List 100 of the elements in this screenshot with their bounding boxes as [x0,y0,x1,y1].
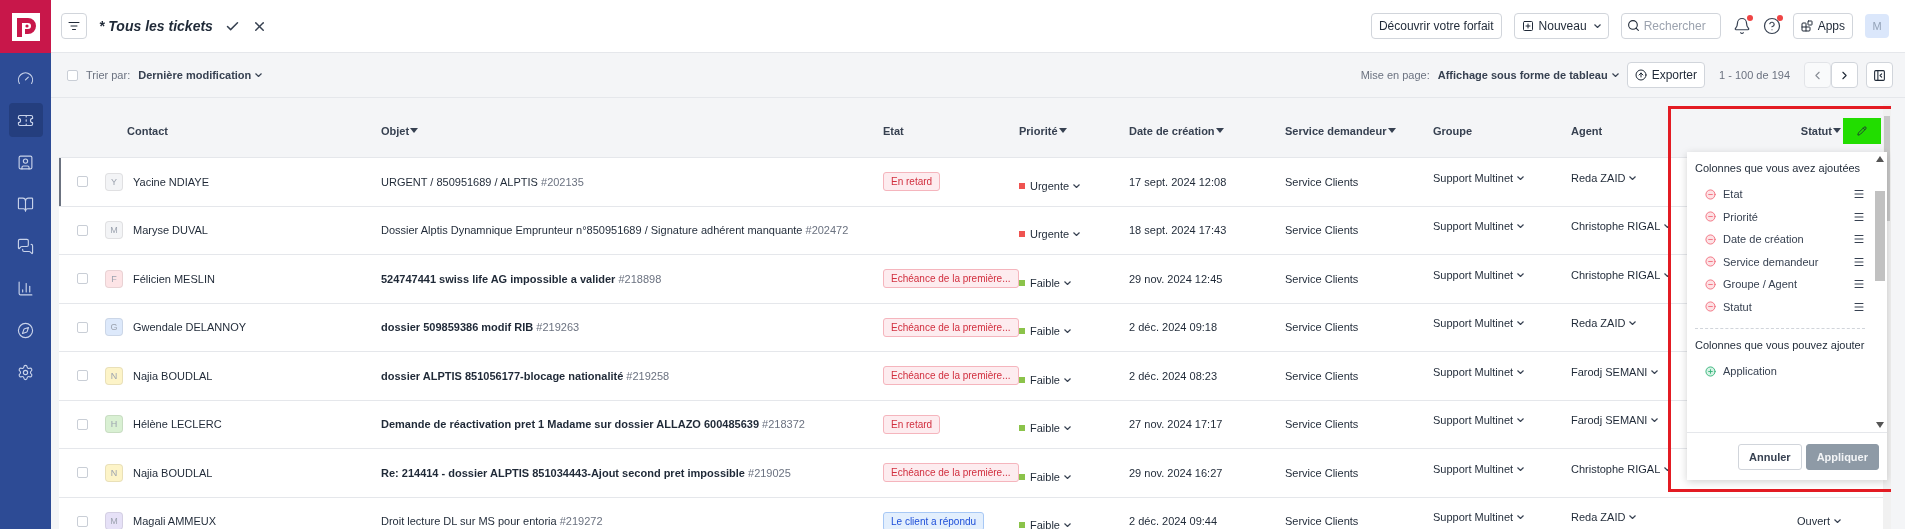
remove-icon[interactable] [1705,278,1716,290]
priority-dropdown[interactable]: Faible [1030,373,1071,386]
column-header: Groupe [1433,124,1473,137]
contact-name[interactable]: Maryse DUVAL [133,224,208,237]
agent-dropdown[interactable]: Farodj SEMANI [1571,365,1659,378]
status-dropdown[interactable]: Ouvert [1797,515,1841,528]
ticket-subject[interactable]: dossier ALPTIS 851056177-blocage nationalité #219258 [381,369,883,382]
layout-dropdown[interactable]: Affichage sous forme de tableau [1437,69,1619,81]
drag-handle-icon[interactable] [1853,300,1865,313]
apps-button[interactable]: Apps [1792,13,1853,39]
app-logo[interactable] [0,0,51,53]
priority-dropdown[interactable]: Faible [1030,519,1071,529]
column-header[interactable]: Objet [381,124,419,137]
priority-dropdown[interactable]: Urgente [1030,179,1081,192]
group-dropdown[interactable]: Support Multinet [1433,511,1571,524]
ticket-subject[interactable]: Dossier Alptis Dynamnique Emprunteur n°850951689 / Signature adhérent manquante #202472 [381,224,883,237]
chevron-down-icon [1063,474,1071,479]
column-header[interactable]: Service demandeur [1285,124,1396,137]
scroll-down-icon[interactable] [1876,422,1884,428]
agent-dropdown[interactable]: Reda ZAID [1571,171,1637,184]
select-all-checkbox[interactable] [67,69,78,81]
search-field[interactable]: Rechercher [1620,13,1721,39]
group-dropdown[interactable]: Support Multinet [1433,365,1571,378]
contact-name[interactable]: Hélène LECLERC [133,418,222,431]
group-dropdown[interactable]: Support Multinet [1433,220,1571,233]
cancel-button[interactable]: Annuler [1738,443,1802,470]
chevron-down-icon [1629,175,1637,180]
service-name: Service Clients [1285,321,1360,334]
column-name: Date de création [1723,233,1805,246]
plus-square-icon [1521,20,1534,32]
ticket-subject[interactable]: Demande de réactivation pret 1 Madame sur dossier ALLAZO 600485639 #218372 [381,418,883,431]
scrollbar-thumb[interactable] [1875,191,1885,281]
drag-handle-icon[interactable] [1853,278,1865,291]
export-button[interactable]: Exporter [1626,62,1706,88]
row-checkbox[interactable] [77,418,88,430]
group-dropdown[interactable]: Support Multinet [1433,268,1571,281]
ticket-subject[interactable]: Re: 214414 - dossier ALPTIS 851034443-Ajout second pret impossible #219025 [381,466,883,479]
priority-dropdown[interactable]: Faible [1030,470,1071,483]
column-header[interactable]: Priorité [1019,124,1067,137]
group-dropdown[interactable]: Support Multinet [1433,462,1571,475]
bell-icon[interactable] [1732,17,1751,35]
scroll-up-icon[interactable] [1876,156,1884,162]
group-dropdown[interactable]: Support Multinet [1433,171,1571,184]
column-name: Groupe / Agent [1723,278,1798,291]
service-name: Service Clients [1285,272,1360,285]
priority-dropdown[interactable]: Faible [1030,325,1071,338]
column-header[interactable]: Date de création [1129,124,1224,137]
sort-caret-icon [1387,128,1396,133]
agent-dropdown[interactable]: Farodj SEMANI [1571,414,1659,427]
row-checkbox[interactable] [77,467,88,479]
remove-icon[interactable] [1705,233,1716,245]
column-header[interactable]: Statut [1800,124,1841,137]
agent-dropdown[interactable]: Reda ZAID [1571,511,1637,524]
row-checkbox[interactable] [77,321,88,333]
contact-name[interactable]: Yacine NDIAYE [133,175,209,188]
drag-handle-icon[interactable] [1853,255,1865,268]
new-button[interactable]: Nouveau [1513,13,1609,39]
column-name: Statut [1723,300,1753,313]
service-name: Service Clients [1285,515,1360,528]
row-checkbox[interactable] [77,224,88,236]
help-icon[interactable] [1762,17,1781,35]
row-checkbox[interactable] [77,515,88,527]
contact-name[interactable]: Magali AMMEUX [133,515,217,528]
plan-button[interactable]: Découvrir votre forfait [1370,13,1502,39]
sidebar-item[interactable] [8,103,43,137]
ticket-subject[interactable]: URGENT / 850951689 / ALPTIS #202135 [381,175,883,188]
chevron-down-icon [1611,73,1619,77]
row-checkbox[interactable] [77,370,88,382]
priority-dropdown[interactable]: Faible [1030,276,1071,289]
ticket-subject[interactable]: Droit lecture DL sur MS pour entoria #219272 [381,515,883,528]
filter-button[interactable] [61,13,87,39]
row-checkbox[interactable] [77,176,88,188]
ticket-subject[interactable]: dossier 509859386 modif RIB #219263 [381,321,883,334]
drag-handle-icon[interactable] [1853,188,1865,201]
group-dropdown[interactable]: Support Multinet [1433,414,1571,427]
chevron-down-icon [1651,418,1659,423]
remove-icon[interactable] [1705,211,1716,223]
remove-icon[interactable] [1705,301,1716,313]
contact-avatar: F [105,269,123,288]
contact-name[interactable]: Félicien MESLIN [133,272,215,285]
chevron-down-icon [1629,515,1637,520]
contact-name[interactable]: Gwendale DELANNOY [133,321,247,334]
group-dropdown[interactable]: Support Multinet [1433,317,1571,330]
remove-icon[interactable] [1705,256,1716,268]
contact-name[interactable]: Najia BOUDLAL [133,466,213,479]
pencil-icon [1857,125,1867,136]
remove-icon[interactable] [1705,188,1716,200]
ticket-subject[interactable]: 524747441 swiss life AG impossible a valider #218898 [381,272,883,285]
priority-dropdown[interactable]: Urgente [1030,228,1081,241]
priority-dropdown[interactable]: Faible [1030,422,1071,435]
collapse-panel-button[interactable] [1866,62,1893,88]
agent-dropdown[interactable]: Reda ZAID [1571,317,1637,330]
drag-handle-icon[interactable] [1853,210,1865,223]
edit-columns-button[interactable] [1843,117,1881,144]
sort-dropdown[interactable]: Dernière modification [138,69,263,81]
row-checkbox[interactable] [77,273,88,285]
drag-handle-icon[interactable] [1853,233,1865,246]
add-icon[interactable] [1705,365,1716,377]
bar-chart-icon [17,279,34,297]
contact-name[interactable]: Najia BOUDLAL [133,369,213,382]
